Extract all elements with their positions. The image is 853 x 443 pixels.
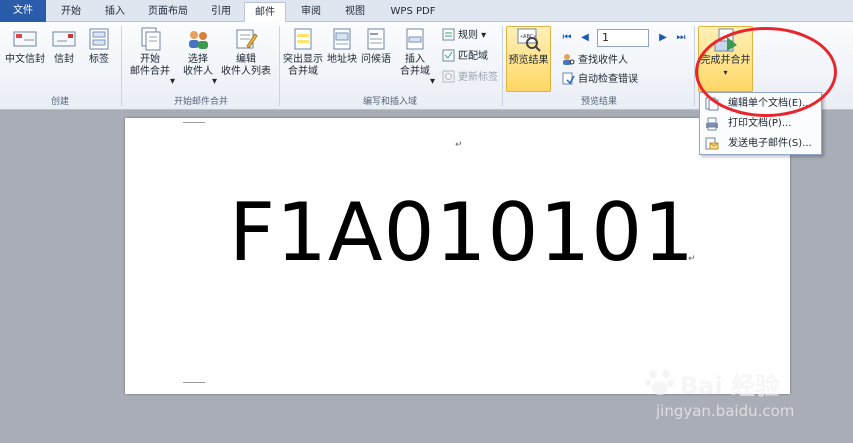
printer-icon: [706, 117, 718, 131]
labels-button[interactable]: 标签: [84, 26, 114, 66]
first-record-icon[interactable]: ⏮: [562, 32, 572, 44]
match-fields-button[interactable]: 匹配域: [442, 49, 488, 65]
chinese-envelope-label: 中文信封: [5, 54, 45, 65]
insert-merge-field-label-1: 插入: [405, 54, 425, 65]
preview-icon: «ABC»: [517, 28, 541, 52]
tab-file[interactable]: 文件: [0, 0, 46, 22]
envelope-button[interactable]: 信封: [50, 26, 78, 66]
insert-merge-field-button[interactable]: 插入 合并域: [396, 26, 434, 78]
edit-recipient-list-button[interactable]: 编辑 收件人列表: [220, 26, 272, 78]
tab-insert[interactable]: 插入: [94, 2, 136, 22]
greeting-line-label: 问候语: [361, 54, 391, 65]
check-errors-icon: [562, 72, 575, 85]
select-recipients-button[interactable]: 选择 收件人: [178, 26, 218, 78]
tab-page-layout[interactable]: 页面布局: [138, 2, 198, 22]
group-separator: [502, 26, 503, 106]
match-fields-label: 匹配域: [458, 51, 488, 62]
rules-button[interactable]: 规则 ▾: [442, 28, 486, 44]
update-labels-label: 更新标签: [458, 72, 498, 83]
watermark-main-text: Bai 经验: [680, 372, 780, 400]
labels-label: 标签: [89, 54, 109, 65]
labels-icon: [89, 28, 109, 50]
group-label-create: 创建: [50, 97, 69, 107]
last-record-icon[interactable]: ⏭: [676, 32, 686, 44]
previous-record-icon[interactable]: ◀: [580, 32, 590, 44]
group-label-preview: 预览结果: [580, 97, 617, 107]
group-label-start-merge: 开始邮件合并: [173, 97, 228, 107]
paragraph-mark-icon: ↵: [455, 140, 463, 150]
address-block-icon: [333, 28, 351, 50]
group-separator: [279, 26, 280, 106]
update-labels-button[interactable]: 更新标签: [442, 70, 498, 86]
find-recipient-icon: [563, 54, 575, 65]
preview-results-button[interactable]: «ABC» 预览结果: [506, 26, 551, 92]
record-number-input[interactable]: 1: [597, 29, 649, 47]
tab-mailings[interactable]: 邮件: [244, 2, 286, 23]
rules-label: 规则: [458, 30, 478, 41]
recipients-icon: [189, 31, 208, 49]
watermark-url: jingyan.baidu.com: [656, 402, 795, 420]
tab-references[interactable]: 引用: [200, 2, 242, 22]
baidu-watermark: Bai 经验 jingyan.baidu.com: [640, 362, 840, 428]
greeting-icon: [367, 28, 385, 50]
start-mail-merge-label-2: 邮件合并: [130, 66, 170, 77]
highlight-merge-fields-label-1: 突出显示: [283, 54, 323, 65]
start-mail-merge-button[interactable]: 开始 邮件合并: [125, 26, 175, 78]
find-recipient-button[interactable]: 查找收件人: [562, 53, 628, 69]
address-block-button[interactable]: 地址块: [326, 26, 358, 66]
preview-results-label: 预览结果: [508, 55, 549, 66]
merged-field-text[interactable]: F1A010101: [229, 186, 695, 279]
chevron-down-icon[interactable]: ▾: [212, 74, 220, 90]
envelope-icon: [13, 31, 37, 47]
match-fields-icon: [442, 49, 455, 62]
update-labels-icon: [442, 70, 455, 83]
chinese-envelope-button[interactable]: 中文信封: [4, 26, 46, 66]
group-separator: [121, 26, 122, 106]
chevron-down-icon[interactable]: ▾: [170, 74, 178, 90]
email-icon: [705, 137, 719, 150]
tab-review[interactable]: 审阅: [290, 2, 332, 22]
document-merge-icon: [141, 27, 161, 51]
rules-icon: [442, 28, 455, 41]
auto-check-errors-button[interactable]: 自动检查错误: [562, 72, 638, 88]
edit-list-icon: [236, 29, 258, 49]
envelope-label: 信封: [54, 54, 74, 65]
chevron-down-icon[interactable]: ▾: [430, 74, 438, 90]
document-page[interactable]: ↵ F1A010101 ↵: [125, 118, 790, 394]
greeting-line-button[interactable]: 问候语: [360, 26, 392, 66]
start-mail-merge-label-1: 开始: [140, 54, 160, 65]
margin-mark: [183, 122, 205, 123]
insert-merge-field-label-2: 合并域: [400, 66, 430, 77]
next-record-icon[interactable]: ▶: [658, 32, 668, 44]
margin-mark: [183, 382, 205, 383]
highlight-merge-fields-button[interactable]: 突出显示 合并域: [282, 26, 324, 78]
tab-wps-pdf[interactable]: WPS PDF: [378, 2, 448, 22]
tab-home[interactable]: 开始: [50, 2, 92, 22]
address-block-label: 地址块: [327, 54, 357, 65]
select-recipients-label-1: 选择: [188, 54, 208, 65]
menu-item-send-email-label: 发送电子邮件(S)...: [728, 138, 812, 149]
menu-item-send-email[interactable]: 发送电子邮件(S)...: [700, 134, 821, 154]
auto-check-errors-label: 自动检查错误: [578, 74, 638, 85]
insert-field-icon: [406, 28, 424, 50]
highlight-fields-icon: [294, 28, 312, 50]
group-label-write-insert: 编写和插入域: [362, 97, 417, 107]
menu-item-print-documents[interactable]: 打印文档(P)...: [700, 114, 821, 134]
paw-icon: [644, 370, 675, 395]
menu-item-print-documents-label: 打印文档(P)...: [728, 118, 792, 129]
highlight-merge-fields-label-2: 合并域: [288, 66, 318, 77]
annotation-circle: [695, 27, 837, 117]
envelope-icon: [52, 31, 76, 47]
ribbon-tab-bar: 文件 开始 插入 页面布局 引用 邮件 审阅 视图 WPS PDF: [0, 0, 853, 23]
tab-view[interactable]: 视图: [334, 2, 376, 22]
find-recipient-label: 查找收件人: [578, 55, 628, 66]
paragraph-mark-icon: ↵: [688, 254, 696, 264]
edit-recipient-list-label-2: 收件人列表: [221, 66, 271, 77]
edit-recipient-list-label-1: 编辑: [236, 54, 256, 65]
